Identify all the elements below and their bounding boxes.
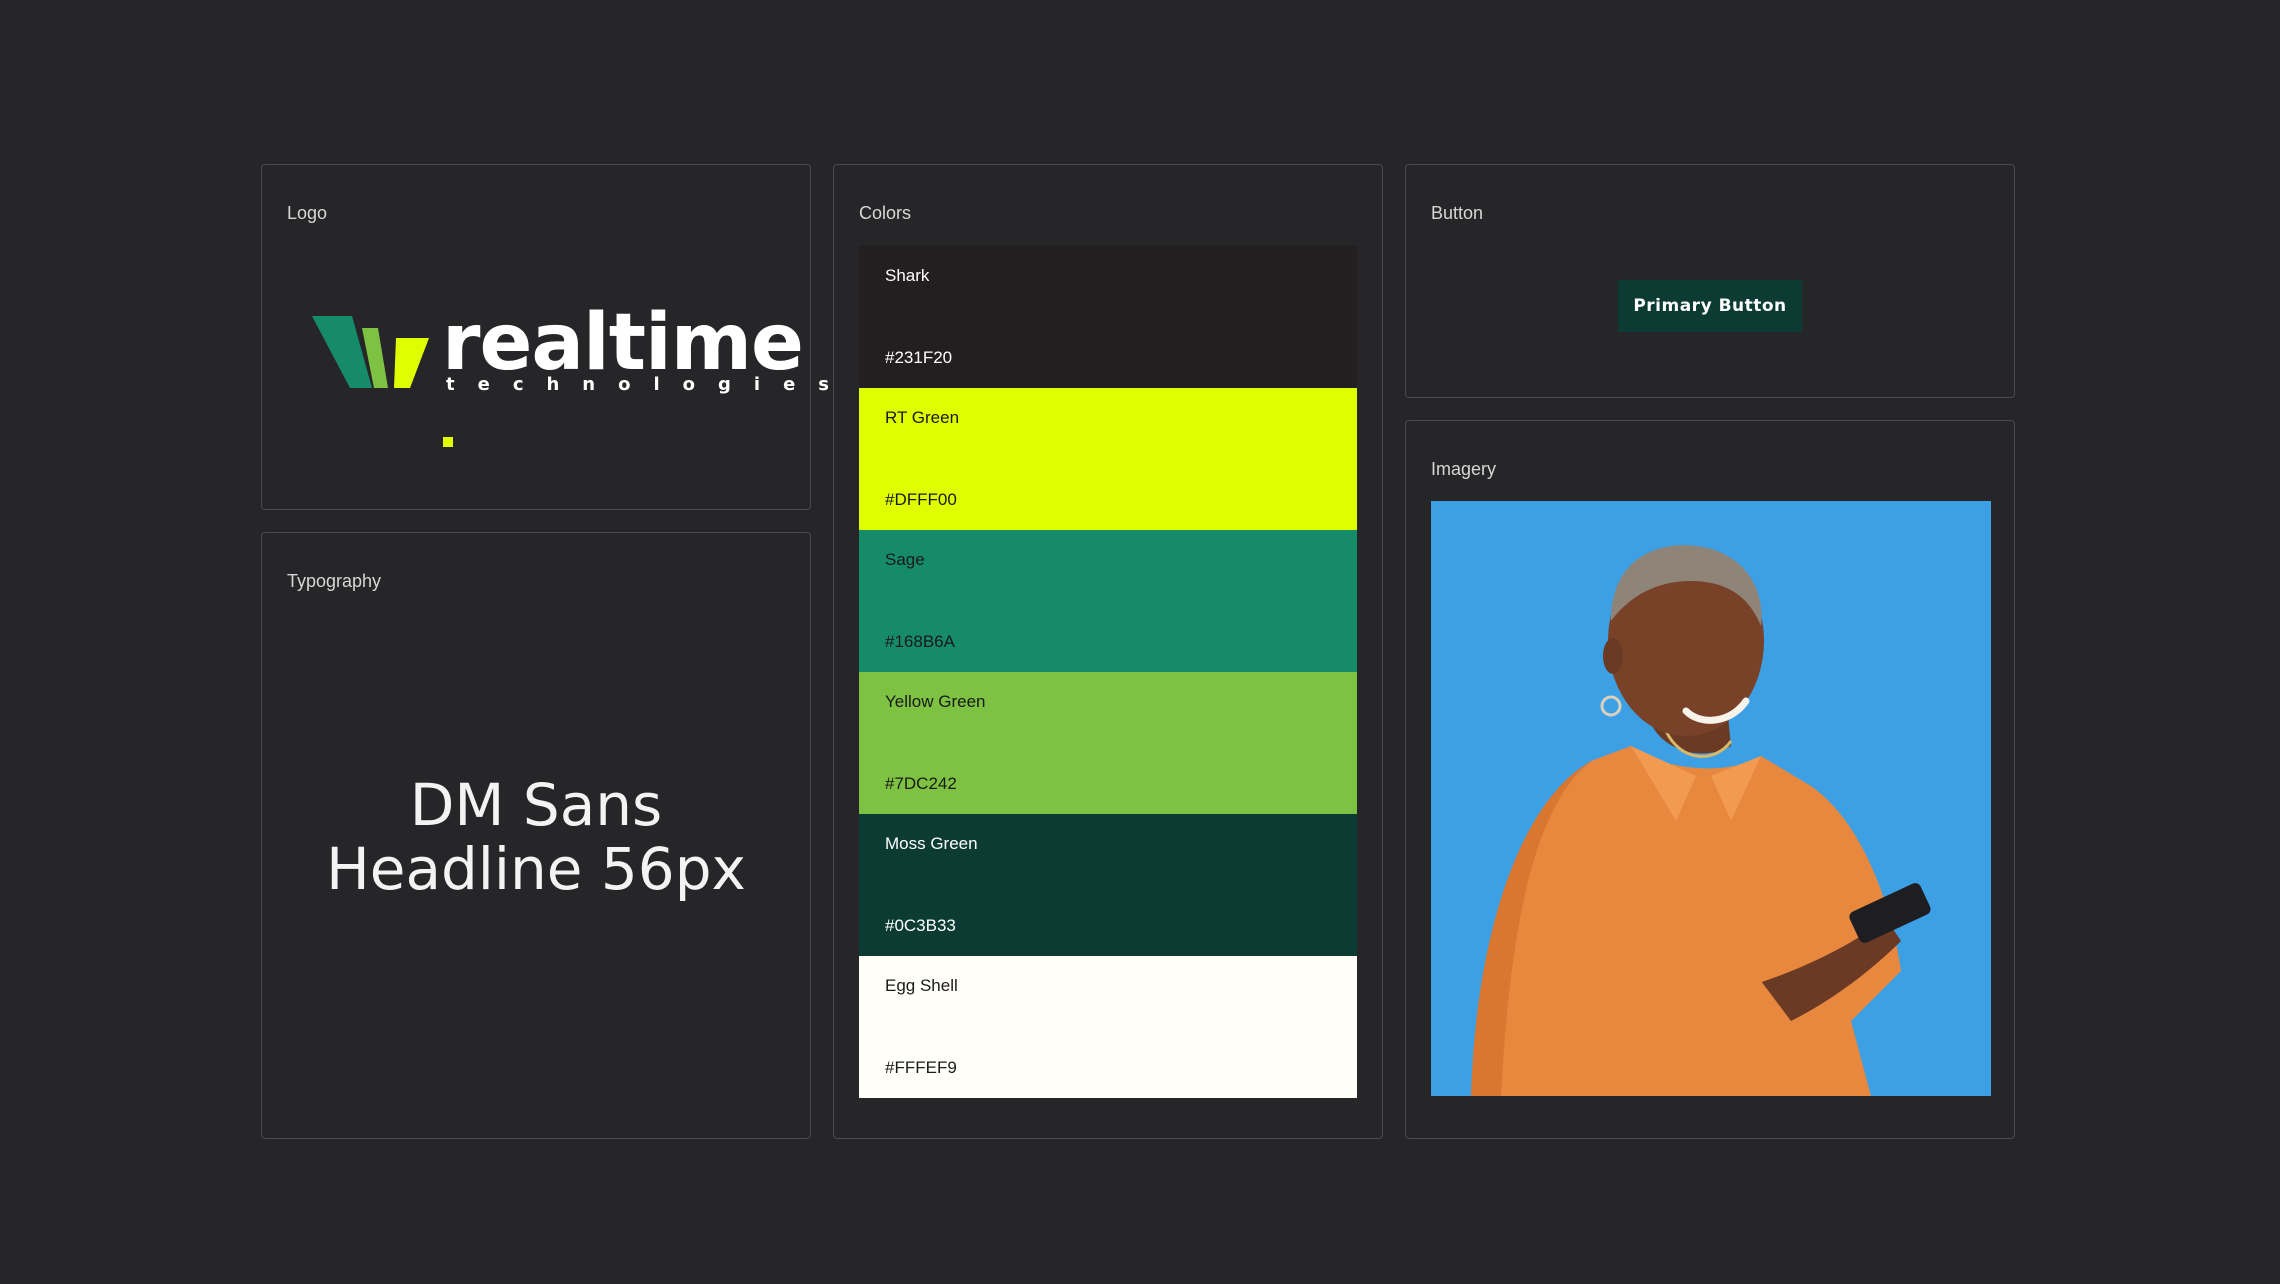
- swatch-hex: #168B6A: [885, 632, 955, 651]
- color-swatch: Egg Shell #FFFEF9: [859, 956, 1357, 1098]
- woman-with-phone-illustration: [1471, 545, 1931, 1096]
- swatch-hex: #7DC242: [885, 774, 957, 793]
- imagery-card-label: Imagery: [1431, 459, 1497, 479]
- color-swatch: Shark #231F20: [859, 246, 1357, 388]
- color-swatch: Moss Green #0C3B33: [859, 814, 1357, 956]
- typography-card-label: Typography: [287, 571, 382, 591]
- brand-guide-canvas: Logo realtime technologies Typography DM…: [0, 0, 2280, 1284]
- colors-card-label: Colors: [859, 203, 912, 223]
- swatch-hex: #231F20: [885, 348, 953, 367]
- logo-mark-bar-3: [394, 338, 429, 388]
- imagery-card: Imagery: [1405, 420, 2015, 1139]
- swatch-name: Sage: [885, 550, 925, 569]
- logo-mark-icon: [312, 316, 429, 388]
- typography-sample-line2: Headline 56px: [326, 835, 746, 903]
- typography-card: Typography DM Sans Headline 56px: [261, 532, 811, 1139]
- logo-dot-icon: [443, 437, 453, 447]
- imagery-photo: [1431, 501, 1991, 1096]
- logo-card-label: Logo: [287, 203, 328, 223]
- button-card: Button Primary Button: [1405, 164, 2015, 398]
- primary-button[interactable]: Primary Button: [1618, 280, 1802, 332]
- swatch-name: RT Green: [885, 408, 960, 427]
- colors-card: Colors Shark #231F20 RT Green #DFFF00 Sa…: [833, 164, 1383, 1139]
- typography-sample: DM Sans Headline 56px: [262, 773, 810, 901]
- realtime-logo: realtime technologies: [312, 304, 829, 447]
- swatch-name: Egg Shell: [885, 976, 958, 995]
- logo-mark-bar-1: [312, 316, 372, 388]
- color-swatch: RT Green #DFFF00: [859, 388, 1357, 530]
- logo-subtext: technologies: [446, 374, 852, 395]
- button-card-label: Button: [1431, 203, 1484, 223]
- color-swatch-list: Shark #231F20 RT Green #DFFF00 Sage #168…: [859, 246, 1357, 1098]
- typography-sample-line1: DM Sans: [409, 771, 663, 839]
- swatch-name: Yellow Green: [885, 692, 986, 711]
- logo-card: Logo realtime technologies: [261, 164, 829, 510]
- color-swatch: Yellow Green #7DC242: [859, 672, 1357, 814]
- swatch-name: Moss Green: [885, 834, 978, 853]
- swatch-name: Shark: [885, 266, 930, 285]
- swatch-hex: #0C3B33: [885, 916, 956, 935]
- color-swatch: Sage #168B6A: [859, 530, 1357, 672]
- swatch-hex: #DFFF00: [885, 490, 957, 509]
- swatch-hex: #FFFEF9: [885, 1058, 957, 1077]
